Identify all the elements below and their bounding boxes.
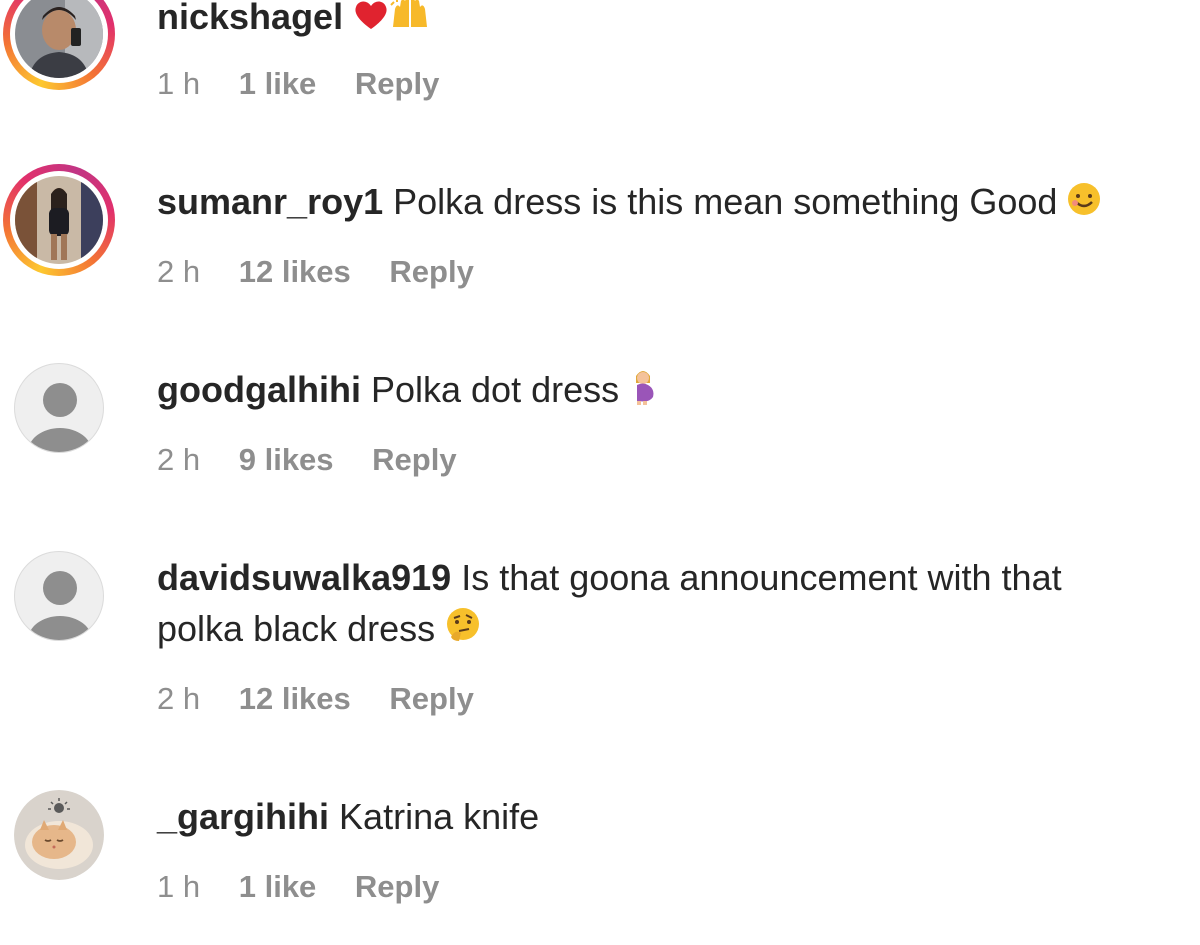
cat-photo-icon bbox=[14, 790, 104, 880]
avatar[interactable] bbox=[14, 551, 104, 641]
comment-time: 1 h bbox=[157, 66, 201, 101]
comment-time: 2 h bbox=[157, 254, 201, 289]
profile-photo-icon bbox=[15, 0, 103, 78]
heart-emoji-icon bbox=[353, 0, 389, 44]
comment-username[interactable]: _gargihihi bbox=[157, 796, 329, 837]
comment-username[interactable]: davidsuwalka919 bbox=[157, 557, 451, 598]
avatar[interactable] bbox=[14, 363, 104, 453]
profile-photo-icon bbox=[15, 176, 103, 264]
comment-text: Polka dot dress bbox=[370, 369, 620, 410]
reply-button[interactable]: Reply bbox=[389, 681, 473, 716]
comment-likes[interactable]: 12 likes bbox=[239, 681, 351, 716]
reply-button[interactable]: Reply bbox=[355, 66, 439, 101]
avatar[interactable] bbox=[3, 164, 115, 276]
comment-likes[interactable]: 12 likes bbox=[239, 254, 351, 289]
comment-username[interactable]: nickshagel bbox=[157, 0, 343, 37]
comment-likes[interactable]: 1 like bbox=[239, 66, 317, 101]
default-avatar-icon bbox=[28, 383, 92, 452]
default-avatar-icon bbox=[28, 571, 92, 640]
comment-text-line-2: polka black dress bbox=[157, 608, 436, 649]
comment-text: Katrina knife bbox=[339, 796, 540, 837]
comment-time: 2 h bbox=[157, 681, 201, 716]
comment-text: Polka dress is this mean something Good bbox=[393, 181, 1058, 222]
avatar[interactable] bbox=[14, 790, 104, 880]
thinking-face-emoji-icon bbox=[445, 606, 481, 656]
comment-time: 1 h bbox=[157, 869, 201, 904]
raising-hands-emoji-icon bbox=[389, 0, 431, 44]
comment-likes[interactable]: 9 likes bbox=[239, 442, 334, 477]
pregnant-woman-emoji-icon bbox=[629, 367, 657, 418]
reply-button[interactable]: Reply bbox=[355, 869, 439, 904]
reply-button[interactable]: Reply bbox=[389, 254, 473, 289]
comment-username[interactable]: sumanr_roy1 bbox=[157, 181, 383, 222]
comment-text: Is that goona announcement with that bbox=[461, 557, 1062, 598]
avatar[interactable] bbox=[3, 0, 115, 90]
smiling-face-emoji-icon bbox=[1067, 179, 1101, 229]
comment-time: 2 h bbox=[157, 442, 201, 477]
comment-likes[interactable]: 1 like bbox=[239, 869, 317, 904]
comment-username[interactable]: goodgalhihi bbox=[157, 369, 361, 410]
reply-button[interactable]: Reply bbox=[372, 442, 456, 477]
